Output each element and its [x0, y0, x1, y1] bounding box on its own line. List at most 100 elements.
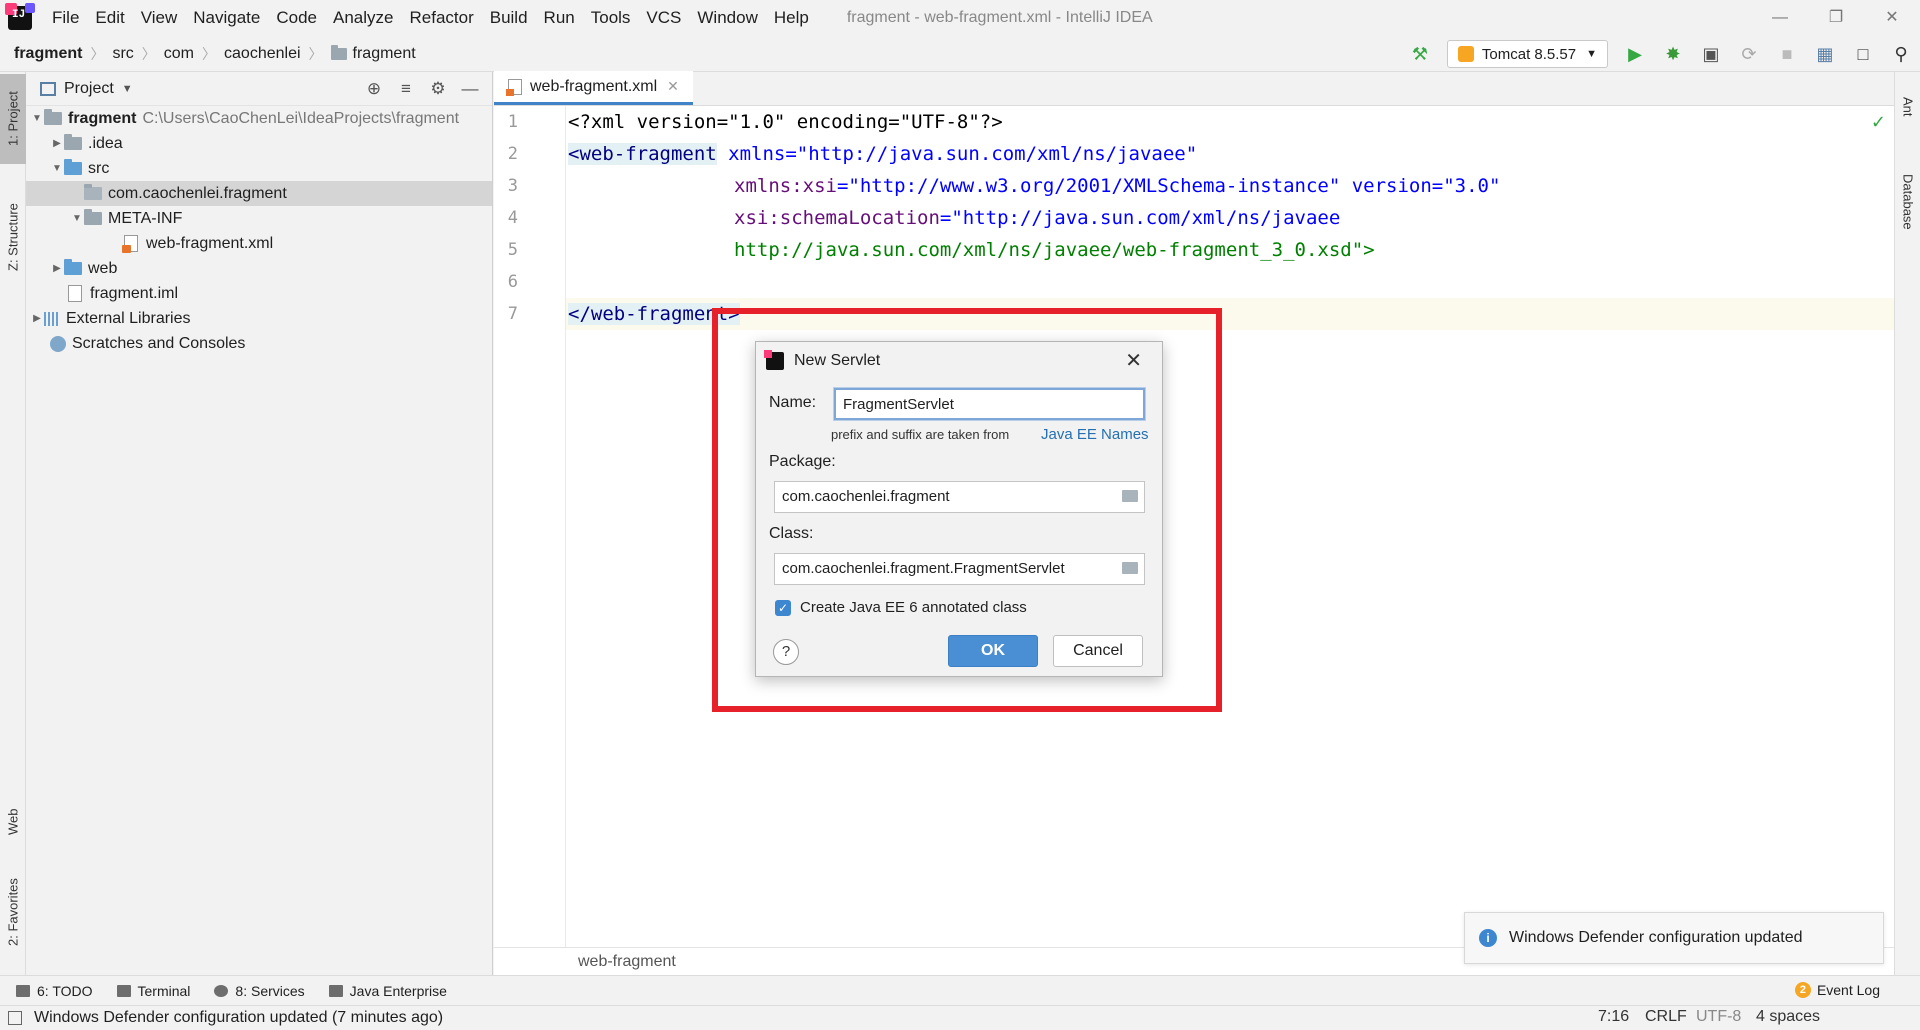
- close-window-icon[interactable]: ✕: [1872, 6, 1912, 30]
- tree-item-src[interactable]: ▼ src: [26, 156, 492, 181]
- menu-navigate[interactable]: Navigate: [185, 8, 268, 28]
- tree-item-fragment-root[interactable]: ▼ fragment C:\Users\CaoChenLei\IdeaProje…: [26, 106, 492, 131]
- terminal-window-icon[interactable]: □: [1851, 42, 1875, 66]
- run-configuration-select[interactable]: Tomcat 8.5.57 ▼: [1446, 40, 1608, 68]
- code-line: xmlns:xsi="http://www.w3.org/2001/XMLSch…: [566, 170, 1894, 202]
- tab-web-fragment-xml[interactable]: web-fragment.xml ✕: [494, 71, 693, 105]
- search-icon[interactable]: ⚲: [1889, 42, 1913, 66]
- tree-item-web[interactable]: ▶ web: [26, 256, 492, 281]
- debug-bug-icon[interactable]: ✸: [1661, 42, 1685, 66]
- coverage-icon[interactable]: ▣: [1699, 42, 1723, 66]
- breadcrumb-src[interactable]: src: [112, 45, 133, 63]
- tab-ant-tool[interactable]: Ant: [1895, 82, 1920, 132]
- close-tab-icon[interactable]: ✕: [667, 78, 679, 95]
- tree-item-scratches[interactable]: Scratches and Consoles: [26, 331, 492, 356]
- tree-item-fragment-iml[interactable]: fragment.iml: [26, 281, 492, 306]
- collapsed-arrow-icon[interactable]: ▶: [50, 138, 64, 149]
- event-count-badge: 2: [1794, 982, 1811, 998]
- gear-icon[interactable]: ⚙: [426, 77, 450, 101]
- scratches-icon: [50, 335, 66, 352]
- project-structure-icon[interactable]: ▦: [1813, 42, 1837, 66]
- collapsed-arrow-icon[interactable]: ▶: [30, 313, 44, 324]
- hide-panel-icon[interactable]: —: [458, 77, 482, 101]
- tab-project-tool[interactable]: 1: Project: [0, 74, 26, 164]
- run-icon[interactable]: ▶: [1623, 42, 1647, 66]
- tree-item-meta-inf[interactable]: ▼ META-INF: [26, 206, 492, 231]
- project-panel-header: Project ▼ ⊕ ≡ ⚙ —: [26, 72, 492, 106]
- caret-position[interactable]: 7:16: [1598, 1008, 1629, 1026]
- menu-help[interactable]: Help: [766, 8, 817, 28]
- menu-edit[interactable]: Edit: [87, 8, 132, 28]
- browse-folder-icon[interactable]: [1122, 562, 1138, 574]
- menu-build[interactable]: Build: [482, 8, 536, 28]
- minimize-icon[interactable]: —: [1760, 6, 1800, 30]
- tab-web-tool[interactable]: Web: [0, 792, 26, 852]
- line-separator[interactable]: CRLF: [1645, 1008, 1687, 1026]
- notification-balloon[interactable]: i Windows Defender configuration updated: [1464, 912, 1884, 964]
- menu-file[interactable]: File: [44, 8, 87, 28]
- tab-favorites-tool[interactable]: 2: Favorites: [0, 862, 26, 962]
- collapse-all-icon[interactable]: ≡: [394, 77, 418, 101]
- todo-tool-button[interactable]: 6: TODO: [16, 983, 93, 999]
- menu-window[interactable]: Window: [689, 8, 765, 28]
- menu-view[interactable]: View: [133, 8, 186, 28]
- java-enterprise-tool-button[interactable]: Java Enterprise: [328, 982, 447, 999]
- menu-vcs[interactable]: VCS: [638, 8, 689, 28]
- checkbox-label[interactable]: Create Java EE 6 annotated class: [800, 599, 1027, 616]
- package-field[interactable]: com.caochenlei.fragment: [774, 481, 1145, 513]
- help-button[interactable]: ?: [773, 639, 799, 665]
- class-field[interactable]: com.caochenlei.fragment.FragmentServlet: [774, 553, 1145, 585]
- breadcrumb-project[interactable]: fragment: [14, 45, 82, 63]
- file-encoding[interactable]: UTF-8: [1696, 1008, 1741, 1026]
- status-message[interactable]: Windows Defender configuration updated (…: [34, 1009, 443, 1027]
- services-tool-button[interactable]: 8: Services: [214, 983, 305, 999]
- tab-label: Web: [5, 808, 21, 836]
- expanded-arrow-icon[interactable]: ▼: [50, 163, 64, 174]
- indent-setting[interactable]: 4 spaces: [1756, 1008, 1820, 1026]
- code-text: <?xml version="1.0" encoding="UTF-8"?>: [568, 111, 1003, 133]
- project-tree: ▼ fragment C:\Users\CaoChenLei\IdeaProje…: [26, 106, 492, 356]
- menu-tools[interactable]: Tools: [583, 8, 639, 28]
- profile-icon[interactable]: ⟳: [1737, 42, 1761, 66]
- tool-label: Event Log: [1816, 982, 1880, 998]
- tree-item-idea[interactable]: ▶ .idea: [26, 131, 492, 156]
- breadcrumb-com[interactable]: com: [164, 45, 194, 63]
- restore-icon[interactable]: ❐: [1816, 6, 1856, 30]
- right-tool-stripe: Ant Database: [1894, 72, 1920, 975]
- name-field[interactable]: FragmentServlet: [834, 388, 1145, 420]
- expanded-arrow-icon[interactable]: ▼: [30, 113, 44, 124]
- expanded-arrow-icon[interactable]: ▼: [70, 213, 84, 224]
- ok-button[interactable]: OK: [948, 635, 1038, 667]
- menu-analyze[interactable]: Analyze: [325, 8, 401, 28]
- locate-target-icon[interactable]: ⊕: [362, 77, 386, 101]
- event-log-button[interactable]: 2 Event Log: [1794, 982, 1880, 998]
- package-icon: [84, 184, 102, 200]
- project-panel-title[interactable]: Project: [64, 80, 114, 98]
- browse-folder-icon[interactable]: [1122, 490, 1138, 502]
- menu-refactor[interactable]: Refactor: [401, 8, 481, 28]
- package-field-value: com.caochenlei.fragment: [782, 488, 950, 505]
- menu-run[interactable]: Run: [536, 8, 583, 28]
- close-icon[interactable]: ✕: [1125, 348, 1142, 373]
- chevron-down-icon[interactable]: ▼: [122, 83, 133, 95]
- cancel-button[interactable]: Cancel: [1053, 635, 1143, 667]
- annotated-class-checkbox[interactable]: ✓: [775, 600, 791, 616]
- tree-item-label: web: [88, 259, 118, 277]
- terminal-tool-button[interactable]: Terminal: [116, 983, 190, 999]
- stop-icon[interactable]: ■: [1775, 42, 1799, 66]
- tree-item-external-libraries[interactable]: ▶ External Libraries: [26, 306, 492, 331]
- tab-label: 2: Favorites: [5, 878, 21, 946]
- tool-label: Java Enterprise: [349, 982, 447, 999]
- build-hammer-icon[interactable]: ⚒: [1408, 42, 1432, 66]
- tree-item-package[interactable]: com.caochenlei.fragment: [26, 181, 492, 206]
- menu-code[interactable]: Code: [268, 8, 325, 28]
- breadcrumb-fragment-package[interactable]: fragment: [330, 44, 416, 63]
- tab-database-tool[interactable]: Database: [1895, 152, 1920, 252]
- tool-windows-toggle-icon[interactable]: [8, 1011, 22, 1025]
- collapsed-arrow-icon[interactable]: ▶: [50, 263, 64, 274]
- java-ee-names-link[interactable]: Java EE Names: [1041, 426, 1149, 443]
- breadcrumb-caochenlei[interactable]: caochenlei: [224, 45, 301, 63]
- tab-structure-tool[interactable]: Z: Structure: [0, 182, 26, 292]
- tree-item-web-fragment-xml[interactable]: web-fragment.xml: [26, 231, 492, 256]
